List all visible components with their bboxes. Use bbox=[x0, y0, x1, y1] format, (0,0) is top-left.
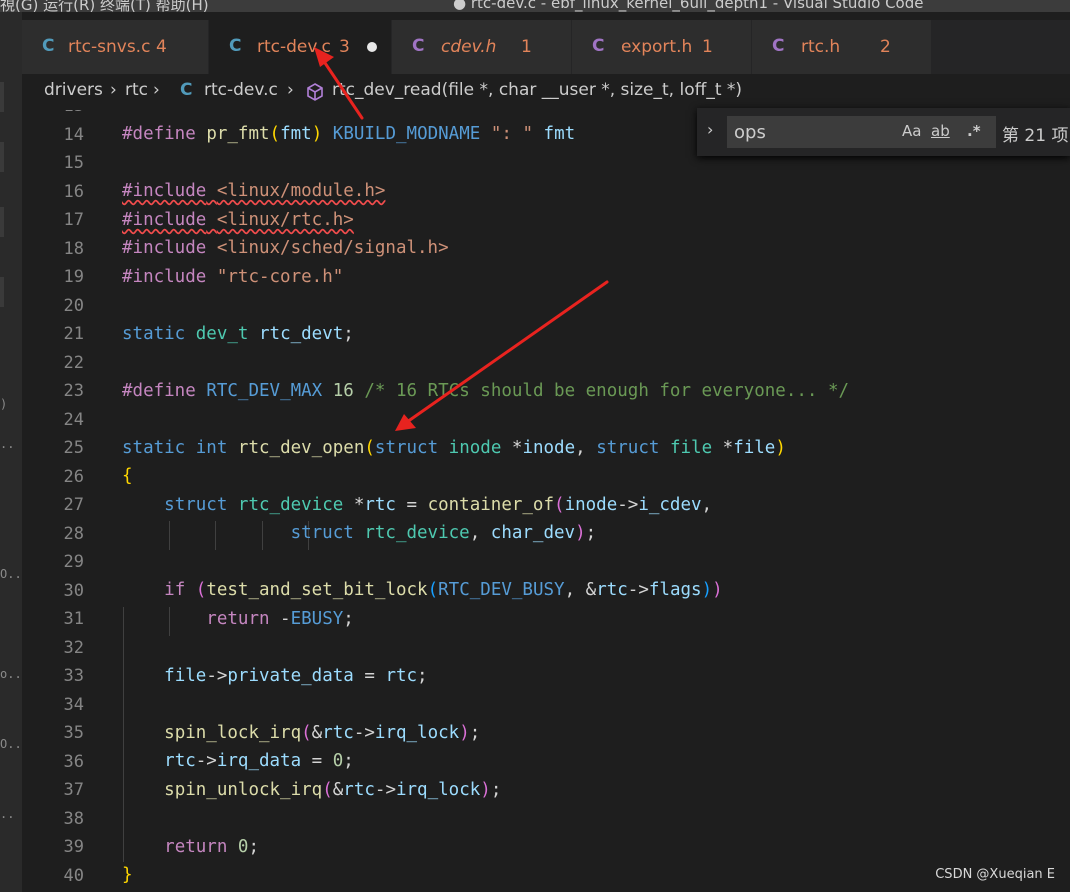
arrow-head bbox=[314, 47, 334, 67]
annotation-arrows bbox=[314, 47, 609, 431]
watermark: CSDN @Xueqian E bbox=[935, 867, 1055, 882]
arrow-line bbox=[405, 280, 609, 424]
arrow-line bbox=[321, 58, 364, 120]
